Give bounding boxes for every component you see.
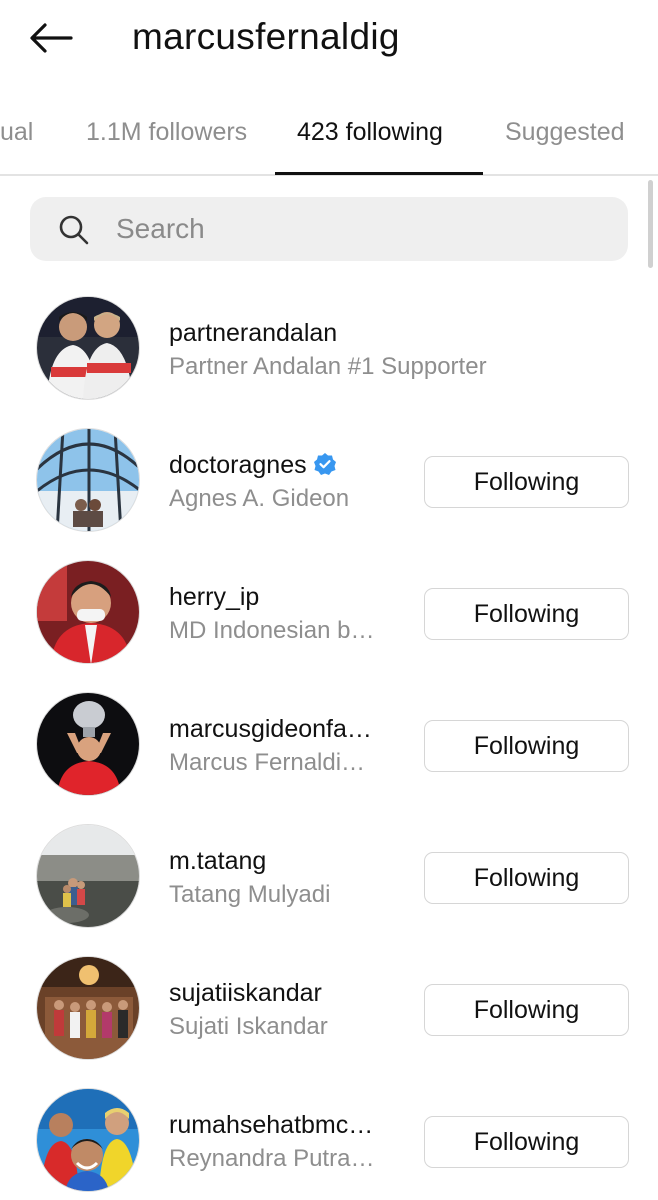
search-icon [59,215,89,245]
tab-following[interactable]: 423 following [297,114,443,150]
following-button[interactable]: Following [424,720,629,772]
active-tab-indicator [275,172,483,175]
username[interactable]: doctoragnes [169,448,337,482]
username[interactable]: sujatiiskandar [169,976,322,1010]
list-item[interactable]: marcusgideonfa… Marcus Fernaldi… Followi… [0,682,658,796]
full-name: Agnes A. Gideon [169,485,350,512]
list-item[interactable]: doctoragnes Agnes A. Gideon Following [0,418,658,532]
full-name: MD Indonesian b… [169,617,375,644]
following-button[interactable]: Following [424,852,629,904]
list-item[interactable]: herry_ip MD Indonesian b… Following [0,550,658,664]
avatar[interactable] [36,296,140,400]
back-button[interactable] [28,18,74,58]
tab-followers[interactable]: 1.1M followers [86,114,247,150]
tab-mutual[interactable]: ual [0,114,33,150]
avatar[interactable] [36,428,140,532]
username[interactable]: m.tatang [169,844,266,878]
full-name: Reynandra Putra… [169,1145,375,1172]
list-item[interactable]: rumahsehatbmc… Reynandra Putra… Followin… [0,1078,658,1192]
avatar[interactable] [36,1088,140,1192]
username[interactable]: herry_ip [169,580,259,614]
search-bar[interactable] [30,197,628,261]
full-name: Partner Andalan #1 Supporter [169,353,487,380]
following-button[interactable]: Following [424,456,629,508]
profile-username-title: marcusfernaldig [132,16,400,57]
full-name: Tatang Mulyadi [169,881,331,908]
list-item[interactable]: sujatiiskandar Sujati Iskandar Following [0,946,658,1060]
verified-badge-icon [313,453,336,475]
scrollbar[interactable] [648,180,653,268]
following-button[interactable]: Following [424,588,629,640]
username[interactable]: rumahsehatbmc… [169,1108,373,1142]
avatar[interactable] [36,692,140,796]
search-input[interactable] [116,197,596,261]
top-bar: marcusfernaldig [0,0,658,78]
tab-suggested[interactable]: Suggested [505,114,625,150]
username[interactable]: marcusgideonfa… [169,712,372,746]
following-button[interactable]: Following [424,984,629,1036]
username[interactable]: partnerandalan [169,316,337,350]
tab-bar: ual 1.1M followers 423 following Suggest… [0,104,658,176]
avatar[interactable] [36,824,140,928]
list-item[interactable]: m.tatang Tatang Mulyadi Following [0,814,658,928]
avatar[interactable] [36,956,140,1060]
avatar[interactable] [36,560,140,664]
full-name: Marcus Fernaldi… [169,749,366,776]
arrow-left-icon [30,23,73,53]
following-button[interactable]: Following [424,1116,629,1168]
full-name: Sujati Iskandar [169,1013,328,1040]
list-item[interactable]: partnerandalan Partner Andalan #1 Suppor… [0,286,658,400]
